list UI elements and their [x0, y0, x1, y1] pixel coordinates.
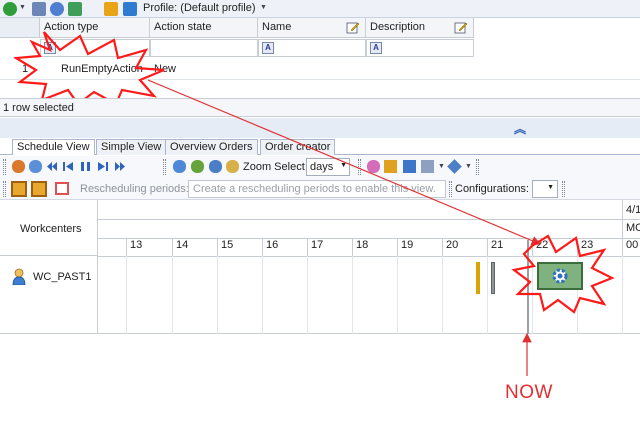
task-highlight-starburst — [511, 234, 615, 314]
annotation-layer — [147, 79, 615, 376]
now-label: NOW — [505, 382, 553, 403]
